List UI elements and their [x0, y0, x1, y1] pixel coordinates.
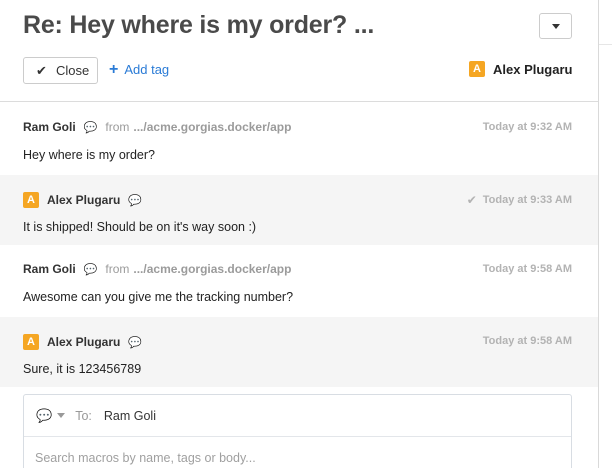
- macro-search-input[interactable]: Search macros by name, tags or body...: [35, 451, 256, 465]
- message-time: Today at 9:32 AM: [482, 121, 572, 133]
- message-header: Ram Goli 💬 from .../acme.gorgias.docker/a…: [23, 262, 291, 276]
- agent-avatar: A: [23, 334, 39, 350]
- message-time: ✔ Today at 9:33 AM: [467, 193, 572, 207]
- message: Ram Goli 💬 from .../acme.gorgias.docker/a…: [0, 103, 598, 175]
- to-label: To:: [75, 408, 92, 423]
- message-body: Sure, it is 123456789: [23, 362, 142, 376]
- message-time: Today at 9:58 AM: [482, 335, 572, 347]
- chat-bubbles-icon[interactable]: 💬: [36, 408, 52, 424]
- message: A Alex Plugaru 💬 Today at 9:58 AM Sure, …: [0, 317, 598, 387]
- check-icon: ✔: [36, 62, 47, 78]
- message-header: A Alex Plugaru 💬: [23, 334, 142, 350]
- message: A Alex Plugaru 💬 ✔ Today at 9:33 AM It i…: [0, 175, 598, 245]
- caret-down-icon: [552, 24, 560, 29]
- assignee[interactable]: A Alex Plugaru: [469, 61, 572, 77]
- recipient-row: 💬 To: Ram Goli: [24, 395, 571, 437]
- message-source: from .../acme.gorgias.docker/app: [105, 262, 292, 276]
- message: Ram Goli 💬 from .../acme.gorgias.docker/a…: [0, 245, 598, 317]
- chat-bubbles-icon: 💬: [128, 194, 143, 207]
- close-button-label: Close: [56, 63, 90, 78]
- message-author: Alex Plugaru: [47, 335, 121, 349]
- message-body: Awesome can you give me the tracking num…: [23, 290, 294, 304]
- chat-bubbles-icon: 💬: [128, 336, 143, 349]
- chat-bubbles-icon: 💬: [83, 121, 98, 134]
- checkmark-icon: ✔: [466, 193, 477, 207]
- message-time-text: Today at 9:33 AM: [482, 194, 572, 206]
- assignee-name: Alex Plugaru: [493, 61, 573, 77]
- message-body: Hey where is my order?: [23, 148, 155, 162]
- chat-bubbles-icon: 💬: [83, 263, 98, 276]
- agent-avatar: A: [23, 192, 39, 208]
- message-time: Today at 9:58 AM: [482, 263, 572, 275]
- caret-down-icon[interactable]: [57, 413, 66, 418]
- agent-avatar: A: [469, 61, 485, 77]
- message-author: Ram Goli: [23, 262, 76, 276]
- message-author: Ram Goli: [23, 120, 76, 134]
- message-header: A Alex Plugaru 💬: [23, 192, 142, 208]
- message-author: Alex Plugaru: [47, 193, 121, 207]
- ticket-actions-dropdown[interactable]: [539, 13, 572, 39]
- recipient-field[interactable]: Ram Goli: [104, 409, 156, 423]
- side-panel-edge: [598, 0, 612, 468]
- ticket-header: Re: Hey where is my order? ... ✔ Close +…: [0, 0, 598, 102]
- ticket-title: Re: Hey where is my order? ...: [23, 11, 375, 39]
- message-header: Ram Goli 💬 from .../acme.gorgias.docker/a…: [23, 120, 291, 134]
- ticket-view: Re: Hey where is my order? ... ✔ Close +…: [0, 0, 598, 468]
- add-tag-label: Add tag: [124, 62, 170, 77]
- add-tag-button[interactable]: + Add tag: [109, 61, 170, 78]
- message-source: from .../acme.gorgias.docker/app: [105, 120, 292, 134]
- reply-composer: 💬 To: Ram Goli Search macros by name, ta…: [23, 394, 572, 468]
- plus-icon: +: [109, 61, 119, 78]
- message-body: It is shipped! Should be on it's way soo…: [23, 220, 257, 234]
- close-ticket-button[interactable]: ✔ Close: [23, 57, 98, 84]
- side-panel-header: [599, 0, 612, 45]
